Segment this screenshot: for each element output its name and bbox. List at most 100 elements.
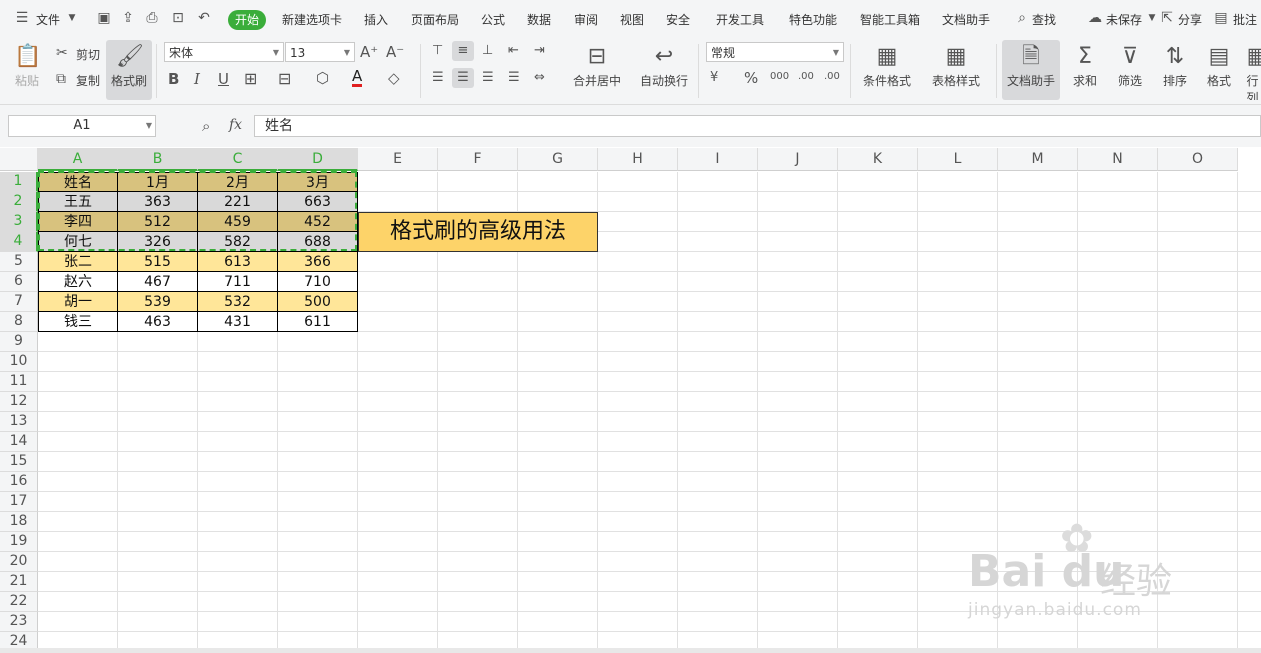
file-menu[interactable]: 文件 xyxy=(36,11,60,28)
align-top-icon[interactable]: ⊤ xyxy=(432,43,443,58)
cut-button[interactable]: 剪切 xyxy=(76,46,100,63)
column-header-e[interactable]: E xyxy=(358,148,438,171)
cell-a8[interactable]: 钱三 xyxy=(38,312,118,332)
row-header-22[interactable]: 22 xyxy=(0,592,38,612)
row-header-11[interactable]: 11 xyxy=(0,372,38,392)
search-button[interactable]: 查找 xyxy=(1032,11,1056,28)
number-format-select[interactable]: 常规 ▼ xyxy=(706,42,844,62)
column-header-o[interactable]: O xyxy=(1158,148,1238,171)
justify-icon[interactable]: ☰ xyxy=(508,70,520,85)
row-header-17[interactable]: 17 xyxy=(0,492,38,512)
cell-a3[interactable]: 李四 xyxy=(38,212,118,232)
format-painter-button[interactable]: 🖌 格式刷 xyxy=(106,40,152,100)
cell-b5[interactable]: 515 xyxy=(118,252,198,272)
tab-data[interactable]: 数据 xyxy=(527,11,551,28)
row-header-1[interactable]: 1 xyxy=(0,172,38,192)
share-icon[interactable]: ⇱ xyxy=(1159,10,1175,26)
column-header-j[interactable]: J xyxy=(758,148,838,171)
row-header-21[interactable]: 21 xyxy=(0,572,38,592)
column-header-h[interactable]: H xyxy=(598,148,678,171)
cell-c7[interactable]: 532 xyxy=(198,292,278,312)
indent-increase-icon[interactable]: ⇥ xyxy=(534,43,545,58)
align-left-icon[interactable]: ☰ xyxy=(432,70,444,85)
cell-d3[interactable]: 452 xyxy=(278,212,358,232)
row-header-19[interactable]: 19 xyxy=(0,532,38,552)
chevron-down-icon[interactable]: ▼ xyxy=(64,10,80,26)
tab-doc-assistant[interactable]: 文档助手 xyxy=(942,11,990,28)
row-header-8[interactable]: 8 xyxy=(0,312,38,332)
cell-b7[interactable]: 539 xyxy=(118,292,198,312)
cell-a6[interactable]: 赵六 xyxy=(38,272,118,292)
format-button[interactable]: ▤ 格式 xyxy=(1200,40,1238,100)
cell-d6[interactable]: 710 xyxy=(278,272,358,292)
row-header-9[interactable]: 9 xyxy=(0,332,38,352)
doc-assistant-button[interactable]: 🗎 文档助手 xyxy=(1002,40,1060,100)
row-header-10[interactable]: 10 xyxy=(0,352,38,372)
column-header-c[interactable]: C xyxy=(198,148,278,171)
wrap-text-button[interactable]: ↩ 自动换行 xyxy=(636,40,692,100)
fx-icon[interactable]: fx xyxy=(229,117,242,133)
eraser-icon[interactable]: ◇ xyxy=(388,69,400,87)
cell-a2[interactable]: 王五 xyxy=(38,192,118,212)
sum-button[interactable]: Σ 求和 xyxy=(1066,40,1104,100)
column-header-b[interactable]: B xyxy=(118,148,198,171)
italic-icon[interactable]: I xyxy=(194,70,200,88)
thousands-icon[interactable]: 000 xyxy=(770,71,789,82)
row-header-7[interactable]: 7 xyxy=(0,292,38,312)
select-all-corner[interactable] xyxy=(0,148,38,171)
row-header-14[interactable]: 14 xyxy=(0,432,38,452)
indent-decrease-icon[interactable]: ⇤ xyxy=(508,43,519,58)
rows-cols-button[interactable]: ▦ 行列 xyxy=(1244,40,1261,100)
row-header-16[interactable]: 16 xyxy=(0,472,38,492)
cell-b6[interactable]: 467 xyxy=(118,272,198,292)
cell-b4[interactable]: 326 xyxy=(118,232,198,252)
share-button[interactable]: 分享 xyxy=(1178,11,1202,28)
tab-smart-tools[interactable]: 智能工具箱 xyxy=(860,11,920,28)
decimal-decrease-icon[interactable]: .00 xyxy=(824,71,840,82)
hamburger-icon[interactable]: ☰ xyxy=(14,10,30,26)
cell-c6[interactable]: 711 xyxy=(198,272,278,292)
font-decrease-icon[interactable]: A⁻ xyxy=(386,43,404,61)
cell-d1[interactable]: 3月 xyxy=(278,172,358,192)
align-bottom-icon[interactable]: ⊥ xyxy=(482,43,493,58)
column-header-k[interactable]: K xyxy=(838,148,918,171)
font-color-icon[interactable]: A xyxy=(352,69,363,87)
bold-icon[interactable]: B xyxy=(168,70,179,88)
align-center-icon[interactable]: ☰ xyxy=(452,68,474,88)
percent-icon[interactable]: % xyxy=(744,69,758,87)
paste-button[interactable]: 📋 粘贴 xyxy=(8,40,46,100)
tab-view[interactable]: 视图 xyxy=(620,11,644,28)
chevron-down-icon[interactable]: ▼ xyxy=(146,116,152,136)
title-banner-cell[interactable]: 格式刷的高级用法 xyxy=(358,212,598,252)
copy-button[interactable]: 复制 xyxy=(76,72,100,89)
column-header-m[interactable]: M xyxy=(998,148,1078,171)
cloud-icon[interactable]: ☁ xyxy=(1087,10,1103,26)
cell-c2[interactable]: 221 xyxy=(198,192,278,212)
row-header-12[interactable]: 12 xyxy=(0,392,38,412)
formula-input[interactable]: 姓名 xyxy=(254,115,1261,137)
cell-c3[interactable]: 459 xyxy=(198,212,278,232)
conditional-format-button[interactable]: ▦ 条件格式 xyxy=(856,40,918,100)
tab-formula[interactable]: 公式 xyxy=(481,11,505,28)
cell-b1[interactable]: 1月 xyxy=(118,172,198,192)
row-header-23[interactable]: 23 xyxy=(0,612,38,632)
tab-page-layout[interactable]: 页面布局 xyxy=(411,11,459,28)
row-header-15[interactable]: 15 xyxy=(0,452,38,472)
column-header-f[interactable]: F xyxy=(438,148,518,171)
fill-style-icon[interactable]: ⊟ xyxy=(278,69,291,88)
cell-b8[interactable]: 463 xyxy=(118,312,198,332)
tab-insert[interactable]: 插入 xyxy=(364,11,388,28)
horizontal-scrollbar[interactable] xyxy=(0,648,1261,653)
chevron-down-icon[interactable]: ▼ xyxy=(1144,10,1160,26)
tab-features[interactable]: 特色功能 xyxy=(789,11,837,28)
column-header-l[interactable]: L xyxy=(918,148,998,171)
cell-d4[interactable]: 688 xyxy=(278,232,358,252)
tab-home[interactable]: 开始 xyxy=(228,10,266,30)
cell-a1[interactable]: 姓名 xyxy=(38,172,118,192)
row-header-18[interactable]: 18 xyxy=(0,512,38,532)
cell-d5[interactable]: 366 xyxy=(278,252,358,272)
font-size-select[interactable]: 13 ▼ xyxy=(285,42,355,62)
cell-a7[interactable]: 胡一 xyxy=(38,292,118,312)
align-middle-icon[interactable]: ≡ xyxy=(452,41,474,61)
column-header-n[interactable]: N xyxy=(1078,148,1158,171)
